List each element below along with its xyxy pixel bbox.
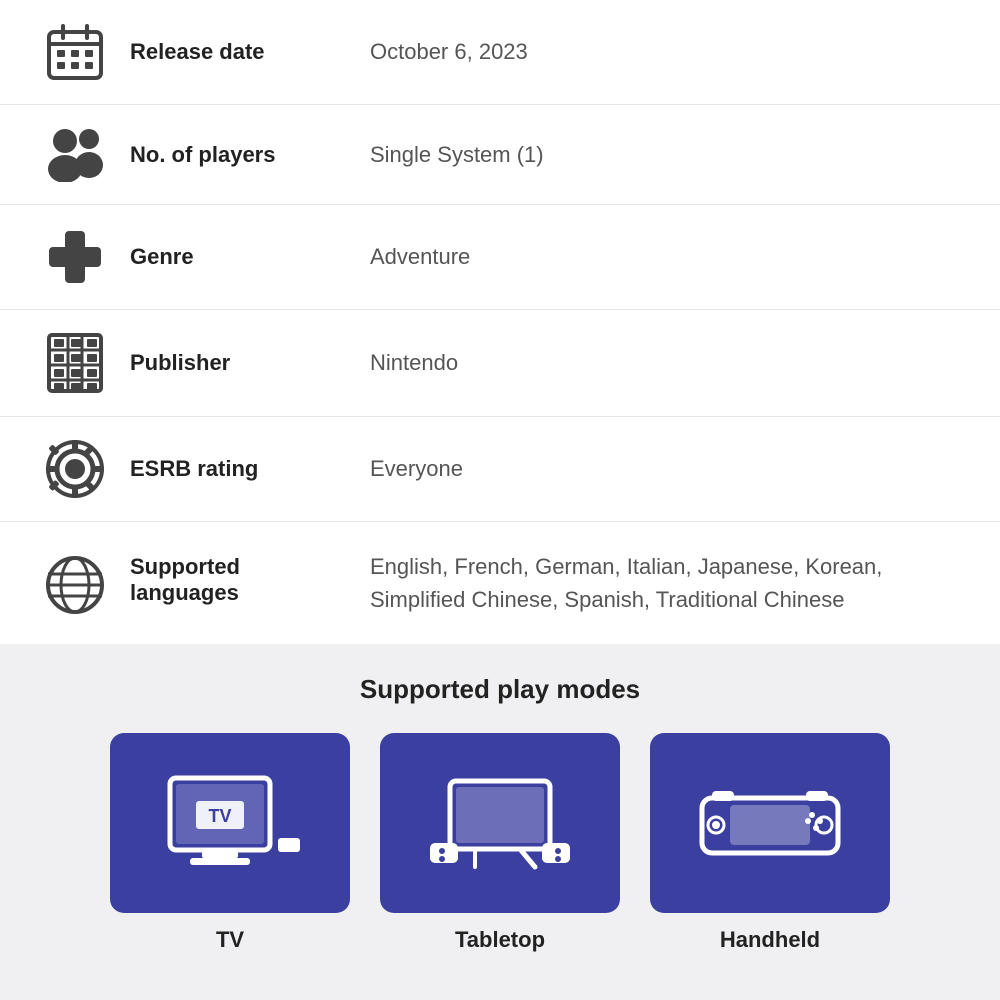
- release-date-row: Release date October 6, 2023: [0, 0, 1000, 105]
- play-mode-tabletop: Tabletop: [380, 733, 620, 953]
- esrb-rating-row: ESRB rating Everyone: [0, 417, 1000, 522]
- publisher-label: Publisher: [120, 350, 340, 376]
- publisher-row: Publisher Nintendo: [0, 310, 1000, 417]
- svg-text:TV: TV: [208, 806, 231, 826]
- num-players-label: No. of players: [120, 142, 340, 168]
- publisher-value: Nintendo: [340, 350, 970, 376]
- languages-label: Supported languages: [120, 550, 340, 606]
- genre-value: Adventure: [340, 244, 970, 270]
- globe-icon: [30, 550, 120, 616]
- num-players-value: Single System (1): [340, 142, 970, 168]
- play-modes-grid: TV TV: [20, 733, 980, 953]
- play-modes-section: Supported play modes TV TV: [0, 644, 1000, 993]
- esrb-icon: [30, 439, 120, 499]
- players-icon: [30, 127, 120, 182]
- calendar-icon: [30, 22, 120, 82]
- languages-row: Supported languages English, French, Ger…: [0, 522, 1000, 644]
- play-mode-tv: TV TV: [110, 733, 350, 953]
- handheld-label: Handheld: [720, 927, 820, 953]
- tv-label: TV: [216, 927, 244, 953]
- tabletop-label: Tabletop: [455, 927, 545, 953]
- num-players-row: No. of players Single System (1): [0, 105, 1000, 205]
- genre-row: Genre Adventure: [0, 205, 1000, 310]
- play-modes-title: Supported play modes: [20, 674, 980, 705]
- esrb-rating-value: Everyone: [340, 456, 970, 482]
- languages-value: English, French, German, Italian, Japane…: [340, 550, 970, 616]
- tabletop-card: [380, 733, 620, 913]
- genre-icon: [30, 227, 120, 287]
- esrb-rating-label: ESRB rating: [120, 456, 340, 482]
- release-date-value: October 6, 2023: [340, 39, 970, 65]
- info-rows: Release date October 6, 2023 No. of play…: [0, 0, 1000, 644]
- release-date-label: Release date: [120, 39, 340, 65]
- genre-label: Genre: [120, 244, 340, 270]
- play-mode-handheld: Handheld: [650, 733, 890, 953]
- tv-card: TV: [110, 733, 350, 913]
- handheld-card: [650, 733, 890, 913]
- publisher-icon: [30, 332, 120, 394]
